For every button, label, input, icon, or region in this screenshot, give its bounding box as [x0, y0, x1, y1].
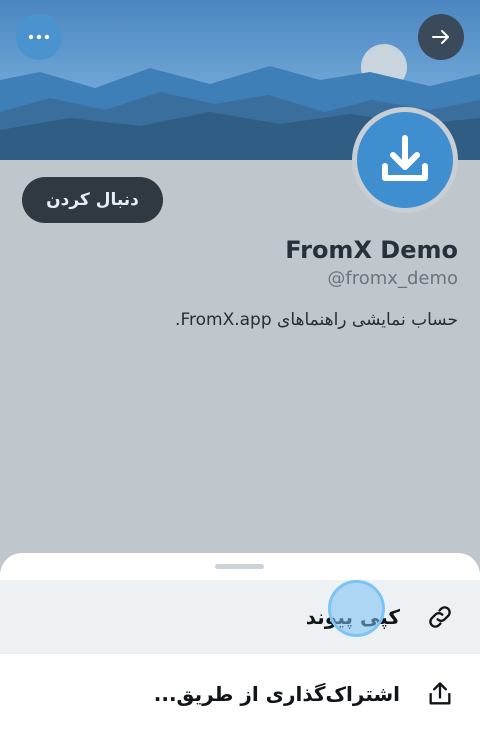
more-options-button[interactable] — [16, 14, 62, 60]
link-icon — [426, 603, 454, 631]
touch-indicator — [328, 580, 385, 637]
download-icon — [382, 135, 428, 181]
profile-avatar[interactable] — [352, 107, 458, 213]
profile-bio: حساب نمایشی راهنماهای FromX.app. — [175, 310, 458, 330]
share-bottom-sheet: کپی پیوند اشتراک‌گذاری از طریق... — [0, 553, 480, 755]
sheet-drag-handle[interactable] — [215, 564, 264, 569]
more-horizontal-icon — [28, 34, 50, 40]
share-via-label: اشتراک‌گذاری از طریق... — [153, 682, 400, 706]
follow-button[interactable]: دنبال کردن — [22, 177, 163, 223]
share-icon — [426, 680, 454, 708]
arrow-right-icon — [432, 30, 449, 44]
profile-handle: @fromx_demo — [327, 268, 458, 289]
share-via-menu-item[interactable]: اشتراک‌گذاری از طریق... — [0, 655, 480, 733]
copy-link-menu-item[interactable]: کپی پیوند — [0, 580, 480, 654]
profile-display-name: FromX Demo — [285, 236, 458, 264]
forward-button[interactable] — [418, 14, 464, 60]
